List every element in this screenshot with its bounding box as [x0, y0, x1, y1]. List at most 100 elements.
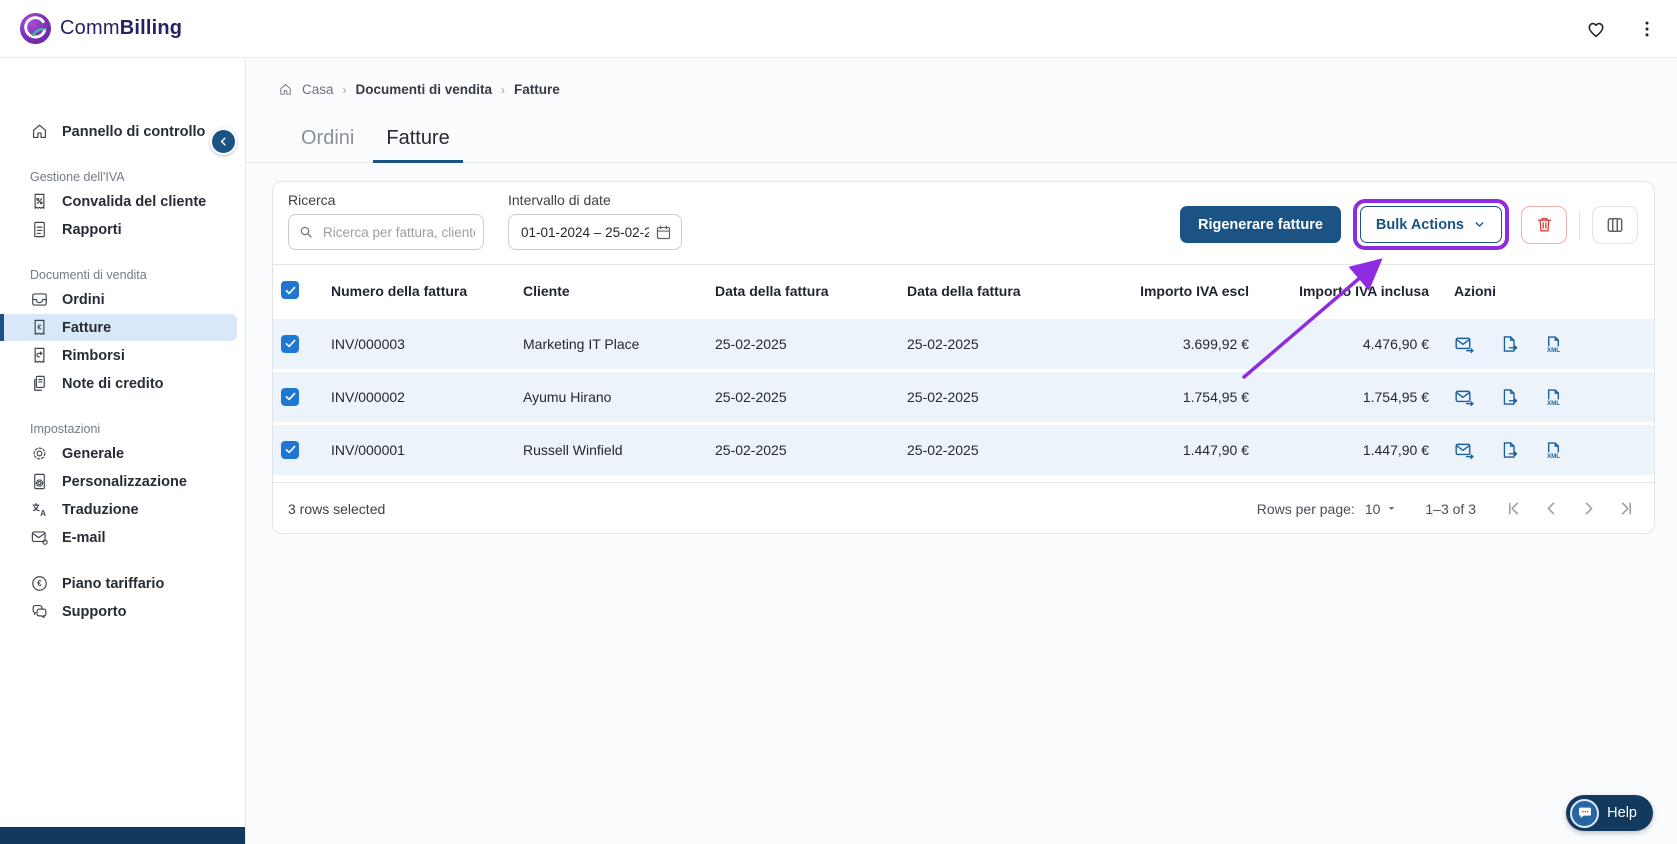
- chevron-right-icon: [1579, 499, 1598, 518]
- help-label: Help: [1607, 805, 1637, 821]
- row-checkbox[interactable]: [281, 334, 299, 353]
- sidebar-item-customization[interactable]: Personalizzazione: [0, 468, 245, 495]
- table-row[interactable]: INV/000002 Ayumu Hirano 25-02-2025 25-02…: [273, 372, 1654, 422]
- sidebar-collapse-button[interactable]: [210, 128, 237, 155]
- breadcrumb: Casa › Documenti di vendita › Fatture: [246, 58, 1677, 97]
- amount-excl-vat: 1.754,95 €: [1182, 389, 1249, 405]
- send-email-icon[interactable]: [1454, 387, 1475, 408]
- invoice-date: 25-02-2025: [715, 442, 787, 458]
- table-row[interactable]: INV/000003 Marketing IT Place 25-02-2025…: [273, 319, 1654, 369]
- due-date: 25-02-2025: [907, 389, 979, 405]
- sidebar-item-support[interactable]: Supporto: [0, 598, 245, 625]
- kebab-menu-icon: [1637, 19, 1657, 39]
- first-page-button[interactable]: [1504, 498, 1525, 519]
- next-page-button[interactable]: [1578, 498, 1599, 519]
- table-header: Numero della fattura Cliente Data della …: [273, 264, 1654, 316]
- column-header-invoice-date[interactable]: Data della fattura: [715, 283, 907, 299]
- reports-icon: [30, 220, 49, 239]
- export-file-icon[interactable]: [1499, 334, 1519, 354]
- client-name: Ayumu Hirano: [523, 389, 612, 405]
- column-header-invoice-number[interactable]: Numero della fattura: [331, 283, 523, 299]
- date-range-input[interactable]: 01-01-2024 – 25-02-2025: [508, 214, 682, 250]
- bulk-actions-button[interactable]: Bulk Actions: [1359, 206, 1502, 243]
- column-header-amount-incl[interactable]: Importo IVA inclusa: [1269, 283, 1449, 299]
- amount-excl-vat: 3.699,92 €: [1182, 336, 1249, 352]
- send-email-icon[interactable]: [1454, 440, 1475, 461]
- amount-excl-vat: 1.447,90 €: [1182, 442, 1249, 458]
- last-page-icon: [1616, 499, 1635, 518]
- search-label: Ricerca: [288, 192, 336, 208]
- translate-icon: A: [30, 500, 49, 519]
- regenerate-invoices-button[interactable]: Rigenerare fatture: [1180, 206, 1341, 243]
- invoice-number: INV/000001: [331, 442, 405, 458]
- favorites-button[interactable]: [1583, 16, 1609, 42]
- table-footer: 3 rows selected Rows per page: 10 1–3 of…: [273, 482, 1654, 533]
- breadcrumb-home[interactable]: Casa: [302, 82, 334, 97]
- download-xml-icon[interactable]: XML: [1543, 334, 1564, 355]
- email-settings-icon: [30, 528, 49, 547]
- sidebar-item-translation[interactable]: A Traduzione: [0, 496, 245, 523]
- credit-notes-icon: [30, 374, 49, 393]
- app-logo[interactable]: CommBilling: [20, 13, 182, 44]
- sidebar-item-general[interactable]: Generale: [0, 440, 245, 467]
- last-page-button[interactable]: [1615, 498, 1636, 519]
- column-settings-button[interactable]: [1592, 205, 1638, 244]
- sidebar-item-dashboard[interactable]: Pannello di controllo: [0, 118, 245, 145]
- download-xml-icon[interactable]: XML: [1543, 440, 1564, 461]
- breadcrumb-separator: ›: [342, 82, 347, 97]
- chevron-down-icon: [1473, 218, 1486, 231]
- columns-icon: [1605, 215, 1625, 235]
- column-header-actions: Azioni: [1454, 282, 1496, 299]
- tab-invoices[interactable]: Fatture: [373, 121, 464, 163]
- invoice-date: 25-02-2025: [715, 389, 787, 405]
- pagination-range: 1–3 of 3: [1425, 500, 1476, 517]
- sidebar-item-invoices[interactable]: € Fatture: [0, 314, 237, 341]
- download-xml-icon[interactable]: XML: [1543, 387, 1564, 408]
- export-file-icon[interactable]: [1499, 387, 1519, 407]
- sidebar-item-pricing-plan[interactable]: € Piano tariffario: [0, 570, 245, 597]
- svg-text:XML: XML: [1547, 399, 1560, 406]
- tab-orders[interactable]: Ordini: [288, 121, 367, 162]
- send-email-icon[interactable]: [1454, 334, 1475, 355]
- sidebar-section-vat: Gestione dell'IVA: [30, 170, 125, 184]
- breadcrumb-sales-documents[interactable]: Documenti di vendita: [356, 82, 493, 97]
- support-icon: [30, 602, 49, 621]
- main-content: Casa › Documenti di vendita › Fatture Or…: [246, 58, 1677, 844]
- trash-icon: [1535, 215, 1554, 234]
- row-checkbox[interactable]: [281, 387, 299, 406]
- refunds-icon: [30, 346, 49, 365]
- customer-validation-icon: [30, 192, 49, 211]
- sidebar-item-reports[interactable]: Rapporti: [0, 216, 245, 243]
- home-icon: [30, 122, 49, 141]
- invoice-date: 25-02-2025: [715, 336, 787, 352]
- table-row[interactable]: INV/000001 Russell Winfield 25-02-2025 2…: [273, 425, 1654, 475]
- export-file-icon[interactable]: [1499, 440, 1519, 460]
- sidebar-item-customer-validation[interactable]: Convalida del cliente: [0, 188, 245, 215]
- svg-text:€: €: [37, 579, 42, 588]
- sidebar-item-refunds[interactable]: Rimborsi: [0, 342, 245, 369]
- column-header-client[interactable]: Cliente: [523, 283, 715, 299]
- row-checkbox[interactable]: [281, 440, 299, 459]
- home-breadcrumb-icon[interactable]: [278, 82, 293, 97]
- invoices-icon: €: [30, 318, 49, 337]
- amount-incl-vat: 1.754,95 €: [1362, 389, 1429, 405]
- rows-selected-text: 3 rows selected: [288, 500, 386, 517]
- pricing-icon: €: [30, 574, 49, 593]
- select-all-checkbox[interactable]: [281, 281, 299, 300]
- sidebar-item-credit-notes[interactable]: Note di credito: [0, 370, 245, 397]
- column-header-amount-excl[interactable]: Importo IVA escl: [1099, 283, 1269, 299]
- search-input[interactable]: [288, 214, 484, 250]
- chevron-left-icon: [1542, 499, 1561, 518]
- sidebar-item-orders[interactable]: Ordini: [0, 286, 245, 313]
- sidebar-item-email[interactable]: E-mail: [0, 524, 245, 551]
- date-range-label: Intervallo di date: [508, 192, 611, 208]
- column-header-due-date[interactable]: Data della fattura: [907, 283, 1099, 299]
- sidebar: Pannello di controllo Gestione dell'IVA …: [0, 58, 246, 844]
- help-button[interactable]: Help: [1566, 795, 1653, 831]
- invoice-number: INV/000002: [331, 389, 405, 405]
- delete-selected-button[interactable]: [1521, 205, 1567, 244]
- rows-per-page-select[interactable]: 10: [1365, 501, 1398, 517]
- help-chat-icon: [1570, 798, 1600, 828]
- previous-page-button[interactable]: [1541, 498, 1562, 519]
- more-options-button[interactable]: [1635, 17, 1659, 41]
